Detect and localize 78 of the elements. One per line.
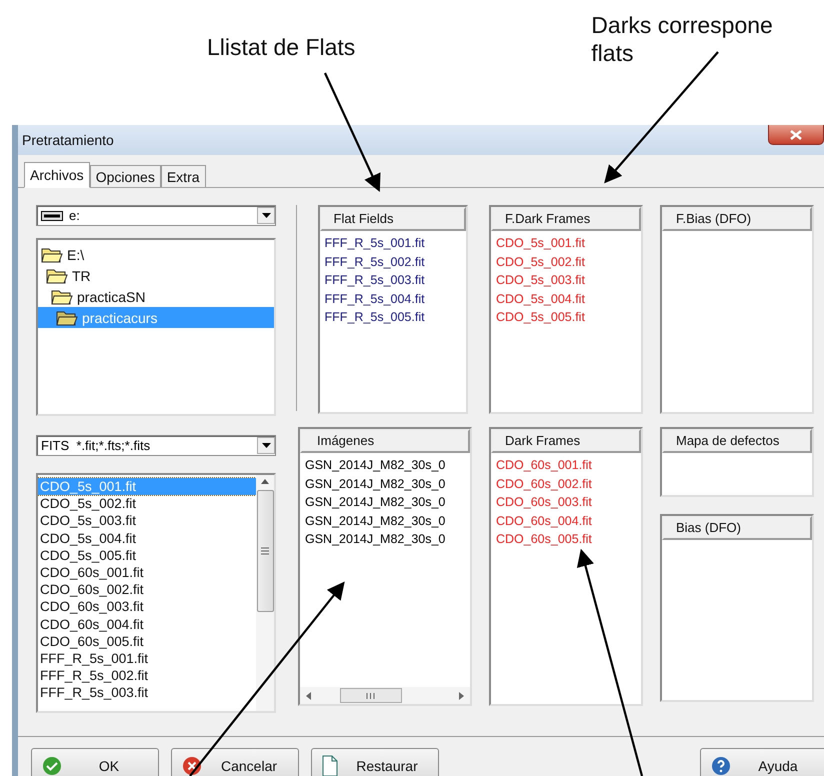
file-item[interactable]: FFF_R_5s_001.fit <box>38 650 256 668</box>
folder-icon <box>56 310 78 326</box>
drive-icon <box>41 210 63 220</box>
list-item[interactable]: FFF_R_5s_001.fit <box>324 234 466 252</box>
document-icon <box>322 755 338 776</box>
up-arrow-icon <box>261 479 269 484</box>
list-item[interactable]: FFF_R_5s_002.fit <box>324 252 466 271</box>
list-item[interactable]: FFF_R_5s_005.fit <box>324 308 466 326</box>
list-item[interactable]: CDO_60s_003.fit <box>496 493 641 512</box>
caret-icon <box>262 213 270 218</box>
file-item[interactable]: CDO_60s_005.fit <box>38 632 256 650</box>
cancel-button[interactable]: Cancelar <box>171 748 299 776</box>
panel-header: Mapa de defectos <box>662 429 812 453</box>
file-item[interactable]: CDO_5s_003.fit <box>38 512 256 530</box>
file-item[interactable]: FFF_R_5s_002.fit <box>38 667 256 684</box>
grip-icon <box>261 547 269 555</box>
file-item[interactable]: CDO_5s_005.fit <box>38 546 256 564</box>
list-item[interactable]: FFF_R_5s_004.fit <box>324 290 466 308</box>
annotation-text: Darks correspone flats <box>591 11 773 68</box>
file-item[interactable]: CDO_5s_002.fit <box>38 495 256 512</box>
caret-icon <box>262 443 270 448</box>
horizontal-scrollbar[interactable] <box>300 687 470 704</box>
close-button[interactable] <box>768 125 824 145</box>
list-item[interactable]: CDO_60s_001.fit <box>496 456 641 474</box>
left-arrow-icon <box>306 692 311 700</box>
window-title: Pretratamiento <box>22 132 114 148</box>
list-item[interactable]: CDO_60s_005.fit <box>496 530 641 548</box>
file-item[interactable]: CDO_5s_004.fit <box>38 530 256 547</box>
list-item[interactable]: GSN_2014J_M82_30s_0 <box>305 512 470 530</box>
help-icon <box>711 756 731 776</box>
folder-icon <box>46 268 68 284</box>
right-arrow-icon <box>458 692 464 700</box>
panel-header: Imágenes <box>300 429 470 453</box>
restore-button[interactable]: Restaurar <box>311 748 439 776</box>
list-item[interactable]: CDO_5s_002.fit <box>496 252 641 271</box>
file-item[interactable]: FFF_R_5s_003.fit <box>38 684 256 702</box>
file-item[interactable]: CDO_60s_001.fit <box>38 564 256 582</box>
list-item[interactable]: CDO_5s_004.fit <box>496 290 641 308</box>
annotation-text: Llistat de Flats <box>207 33 356 62</box>
folder-icon <box>51 288 73 304</box>
filter-value: FITS *.fit;*.fts;*.fits <box>41 438 150 453</box>
tab[interactable]: Opciones <box>90 165 161 187</box>
list-item[interactable]: CDO_60s_004.fit <box>496 512 641 530</box>
folder-item[interactable]: practicaSN <box>38 286 274 307</box>
list-item[interactable]: CDO_5s_003.fit <box>496 271 641 290</box>
dropdown-button[interactable] <box>257 207 275 224</box>
list-item[interactable]: GSN_2014J_M82_30s_0 <box>305 530 470 548</box>
vertical-scrollbar[interactable] <box>256 475 274 711</box>
tab[interactable]: Archivos <box>24 162 90 188</box>
check-icon <box>42 756 62 776</box>
file-item[interactable]: CDO_60s_002.fit <box>38 581 256 598</box>
grip-icon <box>366 692 376 698</box>
folder-icon <box>41 246 63 262</box>
ok-button[interactable]: OK <box>31 748 159 776</box>
tab[interactable]: Extra <box>160 165 206 187</box>
list-item[interactable]: GSN_2014J_M82_30s_0 <box>305 474 470 493</box>
list-item[interactable]: CDO_5s_005.fit <box>496 308 641 326</box>
help-button[interactable]: Ayuda <box>700 748 824 776</box>
panel-header: F.Dark Frames <box>491 207 641 231</box>
file-item[interactable]: CDO_60s_003.fit <box>38 598 256 616</box>
list-item[interactable]: GSN_2014J_M82_30s_0 <box>305 493 470 512</box>
panel-header: F.Bias (DFO) <box>662 207 812 231</box>
dropdown-button[interactable] <box>257 437 275 454</box>
list-item[interactable]: CDO_5s_001.fit <box>496 234 641 252</box>
close-icon <box>790 130 802 140</box>
list-item[interactable]: FFF_R_5s_003.fit <box>324 271 466 290</box>
close-icon <box>182 756 202 776</box>
drive-select[interactable]: e: <box>36 205 276 226</box>
folder-item[interactable]: E:\ <box>38 244 274 265</box>
panel-header: Bias (DFO) <box>662 516 812 540</box>
drive-value: e: <box>69 208 80 223</box>
list-item[interactable]: GSN_2014J_M82_30s_0 <box>305 456 470 474</box>
panel-header: Flat Fields <box>320 207 466 231</box>
file-item[interactable]: CDO_60s_004.fit <box>38 616 256 633</box>
folder-item[interactable]: TR <box>38 265 274 286</box>
filter-select[interactable]: FITS *.fit;*.fts;*.fits <box>36 435 276 456</box>
list-item[interactable]: CDO_60s_002.fit <box>496 474 641 493</box>
panel-header: Dark Frames <box>491 429 641 453</box>
